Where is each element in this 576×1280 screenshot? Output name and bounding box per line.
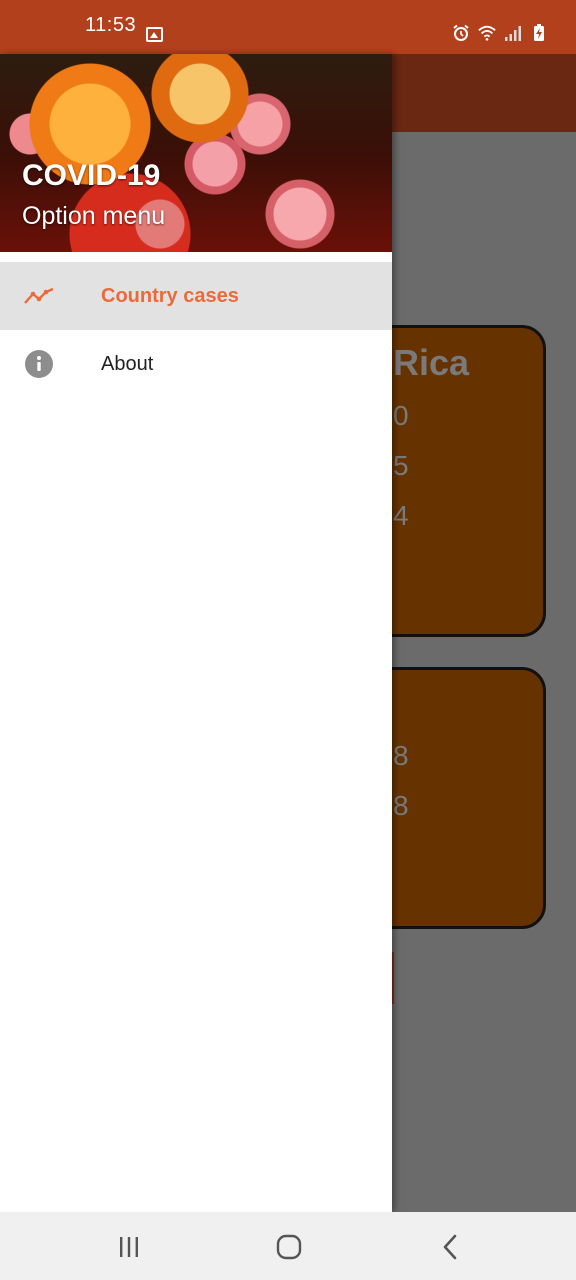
status-time: 11:53	[85, 14, 137, 36]
home-icon[interactable]	[274, 1234, 304, 1260]
card-value: 8	[393, 740, 409, 771]
signal-icon	[505, 26, 521, 41]
menu-item-label: About	[101, 352, 154, 375]
card-value: 4	[393, 500, 409, 531]
card-value: 0	[393, 400, 409, 431]
drawer-header-subtitle: Option menu	[22, 202, 166, 230]
system-nav-bar	[0, 1212, 576, 1280]
menu-item-about[interactable]: About	[0, 330, 392, 398]
gallery-icon	[146, 27, 163, 42]
drawer-header-title: COVID-19	[22, 159, 161, 192]
wifi-icon	[478, 25, 496, 41]
menu-item-country-cases[interactable]: Country cases	[0, 262, 392, 330]
status-bar: 11:53	[0, 0, 576, 54]
card-value: 8	[393, 790, 409, 821]
battery-charging-icon	[534, 24, 544, 41]
country-name: Rica	[393, 342, 470, 383]
menu-item-label: Country cases	[101, 284, 239, 307]
card-value: 5	[393, 450, 409, 481]
drawer-header: COVID-19 Option menu	[0, 54, 392, 252]
status-icons	[452, 24, 548, 42]
trending-up-icon	[24, 281, 54, 311]
navigation-drawer: COVID-19 Option menu Country cases About	[0, 54, 392, 1212]
info-icon	[24, 349, 54, 379]
recent-apps-icon[interactable]	[114, 1234, 144, 1260]
alarm-icon	[453, 24, 469, 41]
drawer-menu: Country cases About	[0, 262, 392, 398]
back-icon[interactable]	[436, 1234, 466, 1260]
